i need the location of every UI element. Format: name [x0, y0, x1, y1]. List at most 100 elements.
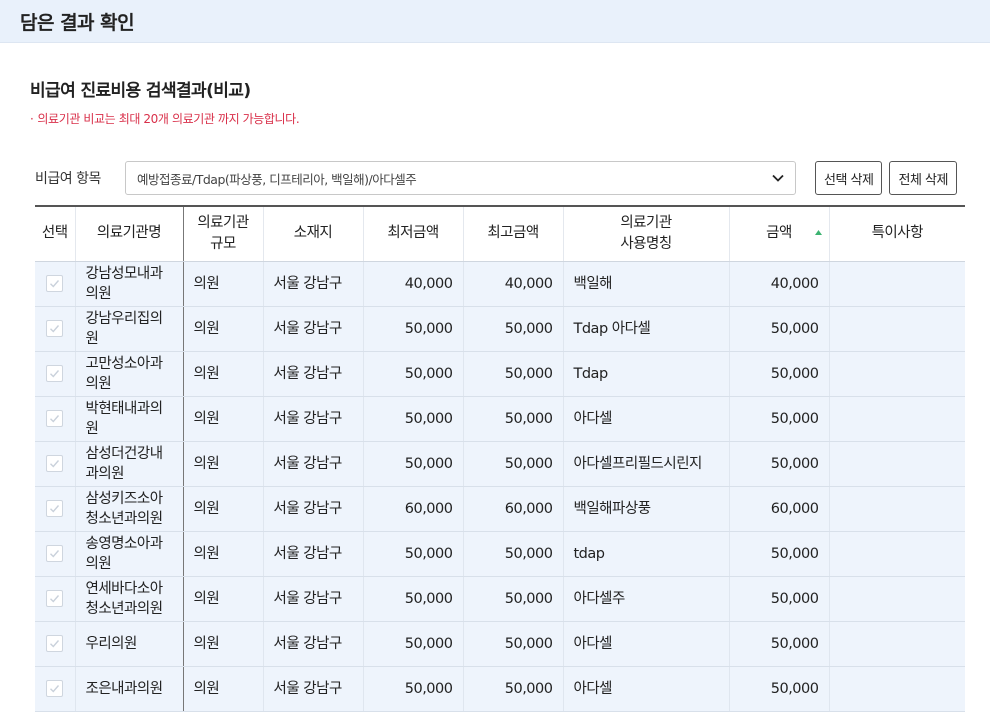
table-row: 우리의원 의원 서울 강남구 50,000 50,000 아다셀 50,000 — [35, 621, 965, 667]
institution-name[interactable]: 강남성모내과 의원 — [75, 261, 184, 307]
special-note — [829, 261, 965, 307]
institution-size: 의원 — [183, 621, 264, 667]
max-price: 40,000 — [463, 261, 564, 307]
special-note — [829, 396, 965, 442]
institution-name-line2: 원 — [85, 330, 99, 347]
institution-name-line1: 강남우리집의 — [85, 310, 164, 327]
special-note — [829, 621, 965, 667]
row-checkbox[interactable] — [46, 590, 64, 607]
item-select-value: 예방접종료/Tdap(파상풍, 디프테리아, 백일해)/아다셀주 — [137, 171, 417, 187]
amount: 50,000 — [729, 576, 830, 622]
use-name: 백일해 — [563, 261, 730, 307]
row-checkbox[interactable] — [46, 365, 64, 382]
institution-name-line2: 청소년과의원 — [85, 510, 164, 527]
delete-selected-button[interactable]: 선택 삭제 — [815, 161, 883, 195]
max-price: 50,000 — [463, 666, 564, 712]
institution-size: 의원 — [183, 306, 264, 352]
header-amount[interactable]: 금액 — [729, 205, 830, 262]
results-table: 선택 의료기관명 의료기관 규모 소재지 최저금액 최고금액 의료기관 사용명칭 — [35, 205, 965, 712]
row-checkbox[interactable] — [46, 635, 64, 652]
institution-name-line1: 삼성키즈소아 — [85, 490, 164, 507]
institution-size: 의원 — [183, 441, 264, 487]
min-price: 50,000 — [363, 531, 464, 577]
use-name: 아다셀 — [563, 621, 730, 667]
row-checkbox[interactable] — [46, 545, 64, 562]
institution-name[interactable]: 박현태내과의 원 — [75, 396, 184, 442]
institution-location: 서울 강남구 — [263, 531, 364, 577]
check-icon — [50, 325, 60, 333]
max-price: 50,000 — [463, 621, 564, 667]
table-row: 송영명소아과 의원 의원 서울 강남구 50,000 50,000 tdap 5… — [35, 531, 965, 577]
min-price: 50,000 — [363, 621, 464, 667]
table-body: 강남성모내과 의원 의원 서울 강남구 40,000 40,000 백일해 40… — [35, 261, 965, 712]
page-header: 담은 결과 확인 — [0, 0, 990, 43]
institution-location: 서울 강남구 — [263, 666, 364, 712]
institution-name-line1: 송영명소아과 — [85, 535, 164, 552]
header-amount-label: 금액 — [766, 225, 792, 242]
special-note — [829, 486, 965, 532]
page-title: 담은 결과 확인 — [20, 11, 135, 34]
institution-size: 의원 — [183, 351, 264, 397]
min-price: 50,000 — [363, 396, 464, 442]
row-select-cell — [35, 261, 76, 307]
row-select-cell — [35, 576, 76, 622]
check-icon — [50, 640, 60, 648]
institution-name[interactable]: 송영명소아과 의원 — [75, 531, 184, 577]
min-price: 50,000 — [363, 666, 464, 712]
use-name: tdap — [563, 531, 730, 577]
table-row: 삼성더건강내 과의원 의원 서울 강남구 50,000 50,000 아다셀프리… — [35, 441, 965, 487]
institution-name-line1: 우리의원 — [85, 635, 138, 652]
table-row: 삼성키즈소아 청소년과의원 의원 서울 강남구 60,000 60,000 백일… — [35, 486, 965, 532]
institution-name-line2: 의원 — [85, 285, 112, 302]
institution-name[interactable]: 삼성더건강내 과의원 — [75, 441, 184, 487]
row-checkbox[interactable] — [46, 500, 64, 517]
institution-name[interactable]: 연세바다소아 청소년과의원 — [75, 576, 184, 622]
row-checkbox[interactable] — [46, 275, 64, 292]
max-price: 50,000 — [463, 441, 564, 487]
check-icon — [50, 415, 60, 423]
institution-name[interactable]: 고만성소아과 의원 — [75, 351, 184, 397]
amount-sort-control[interactable]: 금액 — [730, 223, 829, 244]
item-select[interactable]: 예방접종료/Tdap(파상풍, 디프테리아, 백일해)/아다셀주 — [125, 161, 796, 195]
table-row: 조은내과의원 의원 서울 강남구 50,000 50,000 아다셀 50,00… — [35, 666, 965, 712]
max-price: 50,000 — [463, 531, 564, 577]
min-price: 50,000 — [363, 306, 464, 352]
institution-location: 서울 강남구 — [263, 621, 364, 667]
institution-name[interactable]: 우리의원 — [75, 621, 184, 667]
row-select-cell — [35, 666, 76, 712]
header-usename-line1: 의료기관 — [620, 214, 672, 231]
row-checkbox[interactable] — [46, 320, 64, 337]
table-row: 강남우리집의 원 의원 서울 강남구 50,000 50,000 Tdap 아다… — [35, 306, 965, 352]
use-name: 아다셀주 — [563, 576, 730, 622]
table-row: 강남성모내과 의원 의원 서울 강남구 40,000 40,000 백일해 40… — [35, 261, 965, 307]
institution-name-line1: 박현태내과의 — [85, 400, 164, 417]
row-select-cell — [35, 441, 76, 487]
institution-location: 서울 강남구 — [263, 486, 364, 532]
row-checkbox[interactable] — [46, 680, 64, 697]
header-size-line1: 의료기관 — [197, 214, 249, 231]
max-price: 50,000 — [463, 306, 564, 352]
row-checkbox[interactable] — [46, 410, 64, 427]
use-name: Tdap 아다셀 — [563, 306, 730, 352]
use-name: 백일해파상풍 — [563, 486, 730, 532]
row-checkbox[interactable] — [46, 455, 64, 472]
institution-name-line2: 청소년과의원 — [85, 600, 164, 617]
max-price: 60,000 — [463, 486, 564, 532]
table-row: 고만성소아과 의원 의원 서울 강남구 50,000 50,000 Tdap 5… — [35, 351, 965, 397]
notice-bullet: · — [30, 112, 34, 126]
header-size: 의료기관 규모 — [183, 205, 264, 262]
table-header-row: 선택 의료기관명 의료기관 규모 소재지 최저금액 최고금액 의료기관 사용명칭 — [35, 205, 965, 262]
institution-name-line2: 의원 — [85, 375, 112, 392]
delete-all-button[interactable]: 전체 삭제 — [889, 161, 957, 195]
institution-size: 의원 — [183, 396, 264, 442]
institution-name[interactable]: 조은내과의원 — [75, 666, 184, 712]
row-select-cell — [35, 351, 76, 397]
special-note — [829, 666, 965, 712]
min-price: 50,000 — [363, 441, 464, 487]
max-price: 50,000 — [463, 351, 564, 397]
institution-location: 서울 강남구 — [263, 576, 364, 622]
institution-name[interactable]: 강남우리집의 원 — [75, 306, 184, 352]
min-price: 50,000 — [363, 576, 464, 622]
amount: 60,000 — [729, 486, 830, 532]
institution-name[interactable]: 삼성키즈소아 청소년과의원 — [75, 486, 184, 532]
